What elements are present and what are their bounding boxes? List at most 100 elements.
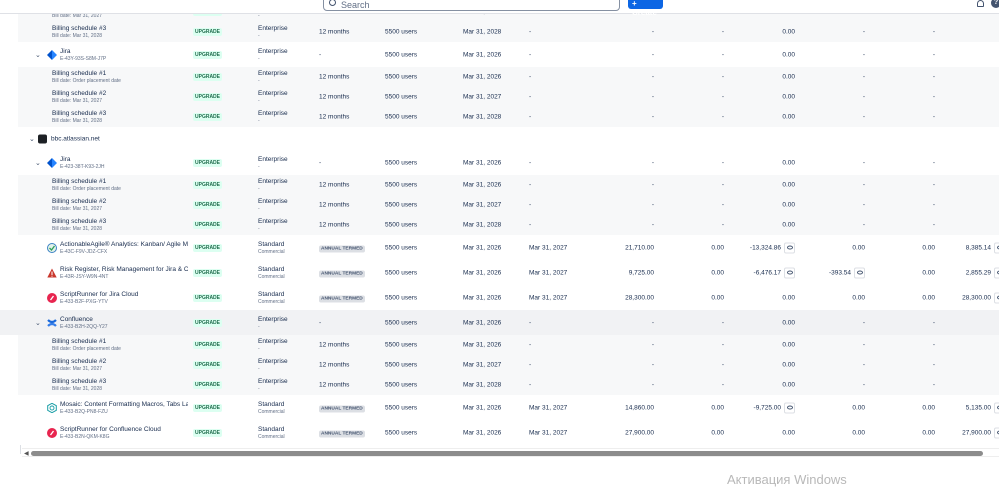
upgrade-badge: UPGRADE [193, 244, 222, 252]
view-details-button[interactable] [994, 427, 999, 438]
search-input[interactable]: Search [323, 0, 620, 11]
term-cell: 12 months [319, 382, 349, 389]
collapse-chevron-icon[interactable]: ⌄ [35, 159, 41, 167]
users-cell: 5500 users [385, 94, 417, 101]
start-date-cell: Mar 31, 2026 [463, 74, 501, 81]
row-title[interactable]: Jira [60, 156, 188, 163]
create-button[interactable]: + Create [628, 0, 663, 9]
term-badge: ANNUAL TERMED [319, 295, 365, 302]
edition-sub: - [258, 33, 288, 39]
scrollbar-thumb[interactable] [31, 451, 983, 456]
view-details-button[interactable] [994, 242, 999, 253]
row-title: Billing schedule #1 [52, 178, 121, 185]
term-cell: 12 months [319, 222, 349, 229]
row-subtitle: E-43Y-93S-S8M-J7P [60, 56, 188, 62]
horizontal-scrollbar[interactable]: ◀ [22, 448, 999, 457]
row-title[interactable]: Risk Register, Risk Management for Jira … [60, 266, 188, 273]
users-cell: 5500 users [385, 342, 417, 349]
term-cell: 12 months [319, 114, 349, 121]
view-details-button[interactable] [994, 402, 999, 413]
view-details-button[interactable] [994, 292, 999, 303]
term-badge: ANNUAL TERMED [319, 405, 365, 412]
collapse-chevron-icon[interactable]: ⌄ [35, 51, 41, 59]
upgrade-badge: UPGRADE [193, 181, 222, 189]
row-title[interactable]: Jira [60, 48, 188, 55]
edition-name: Standard [258, 291, 285, 298]
collapse-chevron-icon[interactable]: ⌄ [35, 319, 41, 327]
row-title[interactable]: ScriptRunner for Confluence Cloud [60, 426, 188, 433]
amount-value: - [933, 114, 935, 121]
upgrade-badge: UPGRADE [193, 159, 222, 167]
users-cell: 5500 users [385, 74, 417, 81]
row-indent-gutter [0, 87, 18, 107]
row-title: Billing schedule #1 [52, 338, 121, 345]
amount-value: - [933, 222, 935, 229]
end-date-cell: - [529, 114, 531, 121]
help-icon[interactable]: ? [991, 0, 999, 8]
product-row: ⌄JiraE-43Y-93S-S8M-J7PUPGRADEEnterprise-… [0, 42, 999, 67]
term-cell: 12 months [319, 342, 349, 349]
upgrade-badge: UPGRADE [193, 28, 222, 36]
billing-schedule-name: Billing schedule #1Bill date: Order plac… [52, 338, 121, 352]
scroll-left-arrow-icon[interactable]: ◀ [24, 450, 29, 457]
billing-schedule-name: Billing schedule #1Bill date: Order plac… [52, 178, 121, 192]
billing-schedule-name: Billing schedule #2Bill date: Mar 31, 20… [52, 198, 106, 212]
site-row: ⌄bbc.atlassian.net [0, 127, 999, 150]
end-date-cell: - [529, 222, 531, 229]
row-subtitle: E-43R-JSY-W9N-4NT [60, 274, 188, 280]
row-title[interactable]: Confluence [60, 316, 188, 323]
users-cell: 5500 users [385, 362, 417, 369]
term-cell: ANNUAL TERMED [319, 429, 365, 436]
start-date-cell: Mar 31, 2028 [463, 29, 501, 36]
amount-value: - [933, 159, 935, 166]
amount-cell-5: - [845, 382, 935, 389]
edition-sub: - [258, 186, 288, 192]
row-title[interactable]: ScriptRunner for Jira Cloud [60, 291, 188, 298]
product-name: ScriptRunner for Jira CloudE-433-B2F-PXG… [60, 291, 188, 305]
upgrade-badge: UPGRADE [193, 93, 222, 101]
users-cell: 5500 users [385, 429, 417, 436]
edition-sub: - [258, 118, 288, 124]
users-cell: 5500 users [385, 244, 417, 251]
billing-schedule-name: Billing schedule #3Bill date: Mar 31, 20… [52, 218, 106, 232]
product-row: ⌄ConfluenceE-433-B2H-2QQ-Y27UPGRADEEnter… [0, 310, 999, 335]
end-date-cell: Mar 31, 2027 [529, 244, 567, 251]
amount-cell-5: - [845, 202, 935, 209]
amount-cell-5: - [845, 29, 935, 36]
row-title[interactable]: ActionableAgile® Analytics: Kanban/ Agil… [60, 241, 188, 248]
term-cell: ANNUAL TERMED [319, 404, 365, 411]
upgrade-badge: UPGRADE [193, 294, 222, 302]
billing-schedule-row: Billing schedule #1Bill date: Order plac… [0, 335, 999, 355]
row-title: Billing schedule #2 [52, 90, 106, 97]
amount-value: 8,385.14 [966, 244, 991, 251]
product-name: ActionableAgile® Analytics: Kanban/ Agil… [60, 241, 188, 255]
start-date-cell: Mar 31, 2026 [463, 244, 501, 251]
row-indent-gutter [0, 335, 18, 355]
row-title: Billing schedule #3 [52, 110, 106, 117]
scriptrunner-icon [47, 293, 57, 303]
amount-cell-6: 28,300.00 [915, 292, 999, 303]
view-details-button[interactable] [994, 267, 999, 278]
top-navigation-bar: Search + Create ? [0, 0, 999, 14]
row-title[interactable]: Mosaic: Content Formatting Macros, Tabs … [60, 401, 188, 408]
start-date-cell: Mar 31, 2027 [463, 202, 501, 209]
upgrade-badge: UPGRADE [193, 429, 222, 437]
amount-cell-5: - [845, 222, 935, 229]
row-subtitle: Bill date: Order placement date [52, 186, 121, 192]
start-date-cell: Mar 31, 2026 [463, 182, 501, 189]
edition-cell: StandardCommercial [258, 266, 285, 280]
row-indent-gutter [0, 175, 18, 195]
end-date-cell: - [529, 94, 531, 101]
row-subtitle: Bill date: Mar 31, 2028 [52, 226, 106, 232]
row-subtitle: Bill date: Mar 31, 2028 [52, 118, 106, 124]
edition-sub: - [258, 56, 288, 62]
upgrade-badge: UPGRADE [193, 73, 222, 81]
collapse-chevron-icon[interactable]: ⌄ [29, 135, 35, 143]
edition-cell: Enterprise- [258, 110, 288, 124]
billing-schedule-row: Billing schedule #2Bill date: Mar 31, 20… [0, 355, 999, 375]
billing-schedule-row: Billing schedule #2Bill date: Mar 31, 20… [0, 195, 999, 215]
billing-schedule-row: Billing schedule #1Bill date: Order plac… [0, 175, 999, 195]
notifications-bell-icon[interactable] [977, 0, 984, 7]
amount-value: 28,300.00 [962, 294, 991, 301]
term-cell: ANNUAL TERMED [319, 269, 365, 276]
